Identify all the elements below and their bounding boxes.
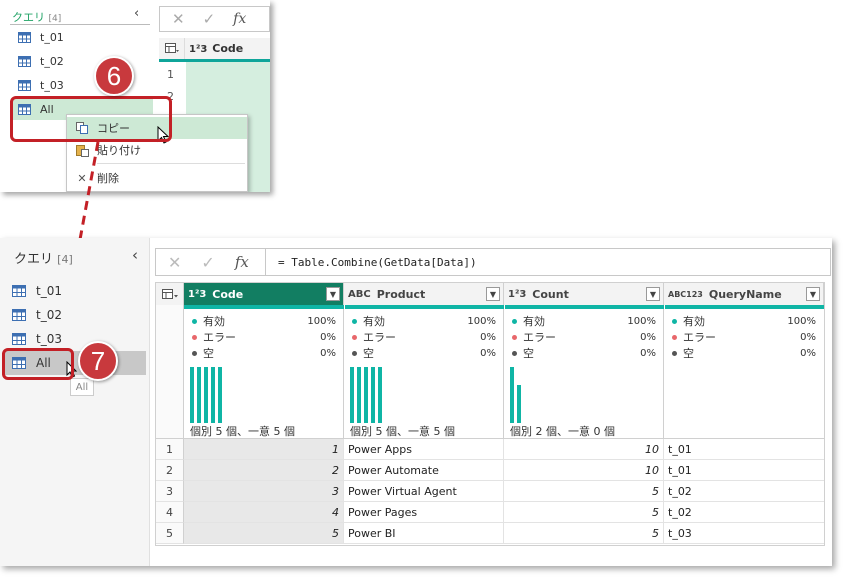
column-profile-product: 有効 100% エラー 0% 空 0% 個別 5 個、一意 5 個 — [344, 309, 504, 439]
profile-valid: 有効 100% — [192, 313, 336, 329]
column-profile-code: 有効 100% エラー 0% 空 0% 個別 5 個、一意 5 個 — [184, 309, 344, 439]
row-number[interactable]: 2 — [156, 460, 184, 481]
distribution-bar — [364, 367, 368, 423]
formula-text[interactable]: = Table.Combine(GetData[Data]) — [266, 256, 477, 269]
table-cell[interactable]: t_01 — [664, 460, 824, 481]
distribution-bar — [204, 367, 208, 423]
profile-error: エラー 0% — [672, 329, 816, 345]
table-cell[interactable]: 10 — [504, 460, 664, 481]
table-cell[interactable]: 5 — [504, 481, 664, 502]
table-cell[interactable]: 5 — [184, 523, 344, 544]
collapse-chevron-icon[interactable]: ‹ — [132, 246, 138, 264]
table-icon — [12, 285, 26, 297]
column-header-queryname[interactable]: ABC123 QueryName ▼ — [664, 283, 824, 305]
query-item-t03[interactable]: t_03 — [12, 328, 62, 350]
table-cell[interactable]: t_02 — [664, 481, 824, 502]
distribution-bar — [510, 367, 514, 423]
table-cell[interactable]: 10 — [504, 439, 664, 460]
table-cell[interactable]: Power BI — [344, 523, 504, 544]
table-cell[interactable]: t_03 — [664, 523, 824, 544]
distinct-count: 個別 5 個、一意 5 個 — [350, 425, 455, 438]
table-cell[interactable]: 1 — [184, 439, 344, 460]
chevron-down-icon[interactable]: ▼ — [646, 287, 660, 301]
distinct-count: 個別 2 個、一意 0 個 — [510, 425, 615, 438]
cancel-icon[interactable]: ✕ — [168, 253, 181, 272]
profile-valid: 有効 100% — [512, 313, 656, 329]
column-name: Product — [376, 287, 426, 301]
queries-title: クエリ — [14, 252, 54, 267]
chevron-down-icon[interactable]: ▼ — [326, 287, 340, 301]
row-header-spacer — [156, 305, 184, 439]
distribution-bar — [357, 367, 361, 423]
profile-empty: 空 0% — [672, 345, 816, 361]
column-name: Code — [212, 287, 244, 301]
row-number[interactable]: 5 — [156, 523, 184, 544]
chevron-down-icon[interactable]: ▼ — [486, 287, 500, 301]
table-cell[interactable]: 2 — [184, 460, 344, 481]
row-number[interactable]: 4 — [156, 502, 184, 523]
text-type-icon: ABC — [348, 288, 371, 300]
column-header-product[interactable]: ABC Product ▼ — [344, 283, 504, 305]
profile-empty: 空 0% — [192, 345, 336, 361]
query-item-t02[interactable]: t_02 — [12, 304, 62, 326]
table-cell[interactable]: 5 — [504, 502, 664, 523]
table-cell[interactable]: Power Apps — [344, 439, 504, 460]
profile-error: エラー 0% — [512, 329, 656, 345]
check-icon[interactable]: ✓ — [201, 253, 214, 272]
profile-valid: 有効 100% — [672, 313, 816, 329]
distribution-bar — [211, 367, 215, 423]
distribution-bar — [190, 367, 194, 423]
table-cell[interactable]: t_01 — [664, 439, 824, 460]
profile-error: エラー 0% — [192, 329, 336, 345]
queries-header: クエリ [4] — [14, 248, 73, 267]
main-screenshot: クエリ [4] ‹ t_01 t_02 t_03 All All ✕ ✓ fx — [0, 238, 832, 566]
profile-valid: 有効 100% — [352, 313, 496, 329]
table-icon — [12, 309, 26, 321]
step-badge-7: 7 — [78, 341, 118, 381]
column-profile-queryname: 有効 100% エラー 0% 空 0% — [664, 309, 824, 439]
distribution-bar — [218, 367, 222, 423]
annotation-highlight-all — [2, 348, 74, 380]
profile-error: エラー 0% — [352, 329, 496, 345]
distribution-bar — [517, 385, 521, 423]
table-cell[interactable]: 3 — [184, 481, 344, 502]
row-number[interactable]: 3 — [156, 481, 184, 502]
table-menu-icon[interactable] — [156, 283, 184, 305]
query-label: t_02 — [36, 308, 62, 322]
number-type-icon: 1²3 — [508, 288, 527, 300]
profile-empty: 空 0% — [352, 345, 496, 361]
table-cell[interactable]: Power Virtual Agent — [344, 481, 504, 502]
column-profile-count: 有効 100% エラー 0% 空 0% 個別 2 個、一意 0 個 — [504, 309, 664, 439]
query-item-t01[interactable]: t_01 — [12, 280, 62, 302]
chevron-down-icon[interactable]: ▼ — [806, 287, 820, 301]
column-header-code[interactable]: 1²3 Code ▼ — [184, 283, 344, 305]
table-cell[interactable]: 5 — [504, 523, 664, 544]
table-icon — [12, 333, 26, 345]
distinct-count: 個別 5 個、一意 5 個 — [190, 425, 295, 438]
table-cell[interactable]: 4 — [184, 502, 344, 523]
tooltip: All — [70, 378, 94, 396]
queries-count: [4] — [57, 253, 73, 266]
column-name: QueryName — [708, 287, 782, 301]
distribution-bar — [371, 367, 375, 423]
fx-icon[interactable]: fx — [235, 253, 249, 271]
query-label: t_03 — [36, 332, 62, 346]
distribution-bar — [197, 367, 201, 423]
table-cell[interactable]: t_02 — [664, 502, 824, 523]
number-type-icon: 1²3 — [188, 288, 207, 300]
queries-pane: クエリ [4] ‹ t_01 t_02 t_03 All All — [0, 238, 150, 566]
distribution-bar — [378, 367, 382, 423]
table-cell[interactable]: Power Pages — [344, 502, 504, 523]
column-name: Count — [532, 287, 569, 301]
query-label: t_01 — [36, 284, 62, 298]
formula-bar: ✕ ✓ fx = Table.Combine(GetData[Data]) — [155, 248, 831, 276]
any-type-icon: ABC123 — [668, 289, 703, 299]
column-header-count[interactable]: 1²3 Count ▼ — [504, 283, 664, 305]
table-cell[interactable]: Power Automate — [344, 460, 504, 481]
data-grid: 1²3 Code ▼ ABC Product ▼ 1²3 Count ▼ ABC… — [155, 282, 825, 546]
distribution-bar — [350, 367, 354, 423]
profile-empty: 空 0% — [512, 345, 656, 361]
row-number[interactable]: 1 — [156, 439, 184, 460]
